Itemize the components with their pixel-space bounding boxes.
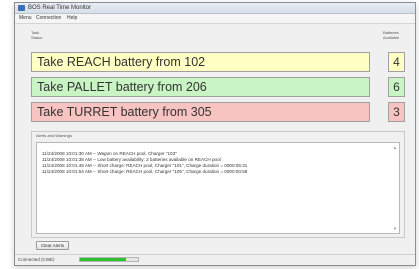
menu-item-connection[interactable]: Connection bbox=[36, 15, 61, 22]
menu-item-menu[interactable]: Menu bbox=[19, 15, 32, 22]
task-turret: Take TURRET battery from 305 bbox=[31, 102, 370, 122]
menu-bar: Menu Connection Help bbox=[15, 14, 415, 24]
count-reach: 4 bbox=[388, 52, 405, 72]
scroll-up-arrow-icon[interactable]: ▲ bbox=[393, 145, 397, 150]
task-pallet: Take PALLET battery from 206 bbox=[31, 77, 370, 97]
scroll-down-arrow-icon[interactable]: ▼ bbox=[393, 226, 397, 231]
clear-alerts-button[interactable]: Clear Alerts bbox=[36, 241, 69, 250]
count-turret: 3 bbox=[388, 102, 405, 122]
window-title: BOS Real Time Monitor bbox=[28, 5, 92, 11]
log-line: 11/24/2008 10:01:54 AM -- Short charge: … bbox=[42, 169, 248, 174]
task-status-header: Task Status bbox=[31, 30, 43, 40]
task-reach: Take REACH battery from 102 bbox=[31, 52, 370, 72]
connection-status: Connected (CWE) bbox=[18, 257, 55, 262]
alerts-label: Alerts and Warnings bbox=[36, 133, 72, 138]
app-window: BOS Real Time Monitor Menu Connection He… bbox=[14, 2, 416, 266]
progress-bar bbox=[79, 257, 139, 262]
status-bar: Connected (CWE) bbox=[15, 254, 415, 265]
alerts-log[interactable]: 11/24/2008 10:01:30 AM -- Wagon on REACH… bbox=[36, 142, 400, 234]
title-bar: BOS Real Time Monitor bbox=[15, 3, 415, 14]
batteries-available-header: Batteries Available bbox=[383, 30, 400, 40]
menu-item-help[interactable]: Help bbox=[67, 15, 77, 22]
app-icon bbox=[18, 5, 25, 11]
progress-fill bbox=[80, 258, 127, 261]
count-pallet: 6 bbox=[388, 77, 405, 97]
